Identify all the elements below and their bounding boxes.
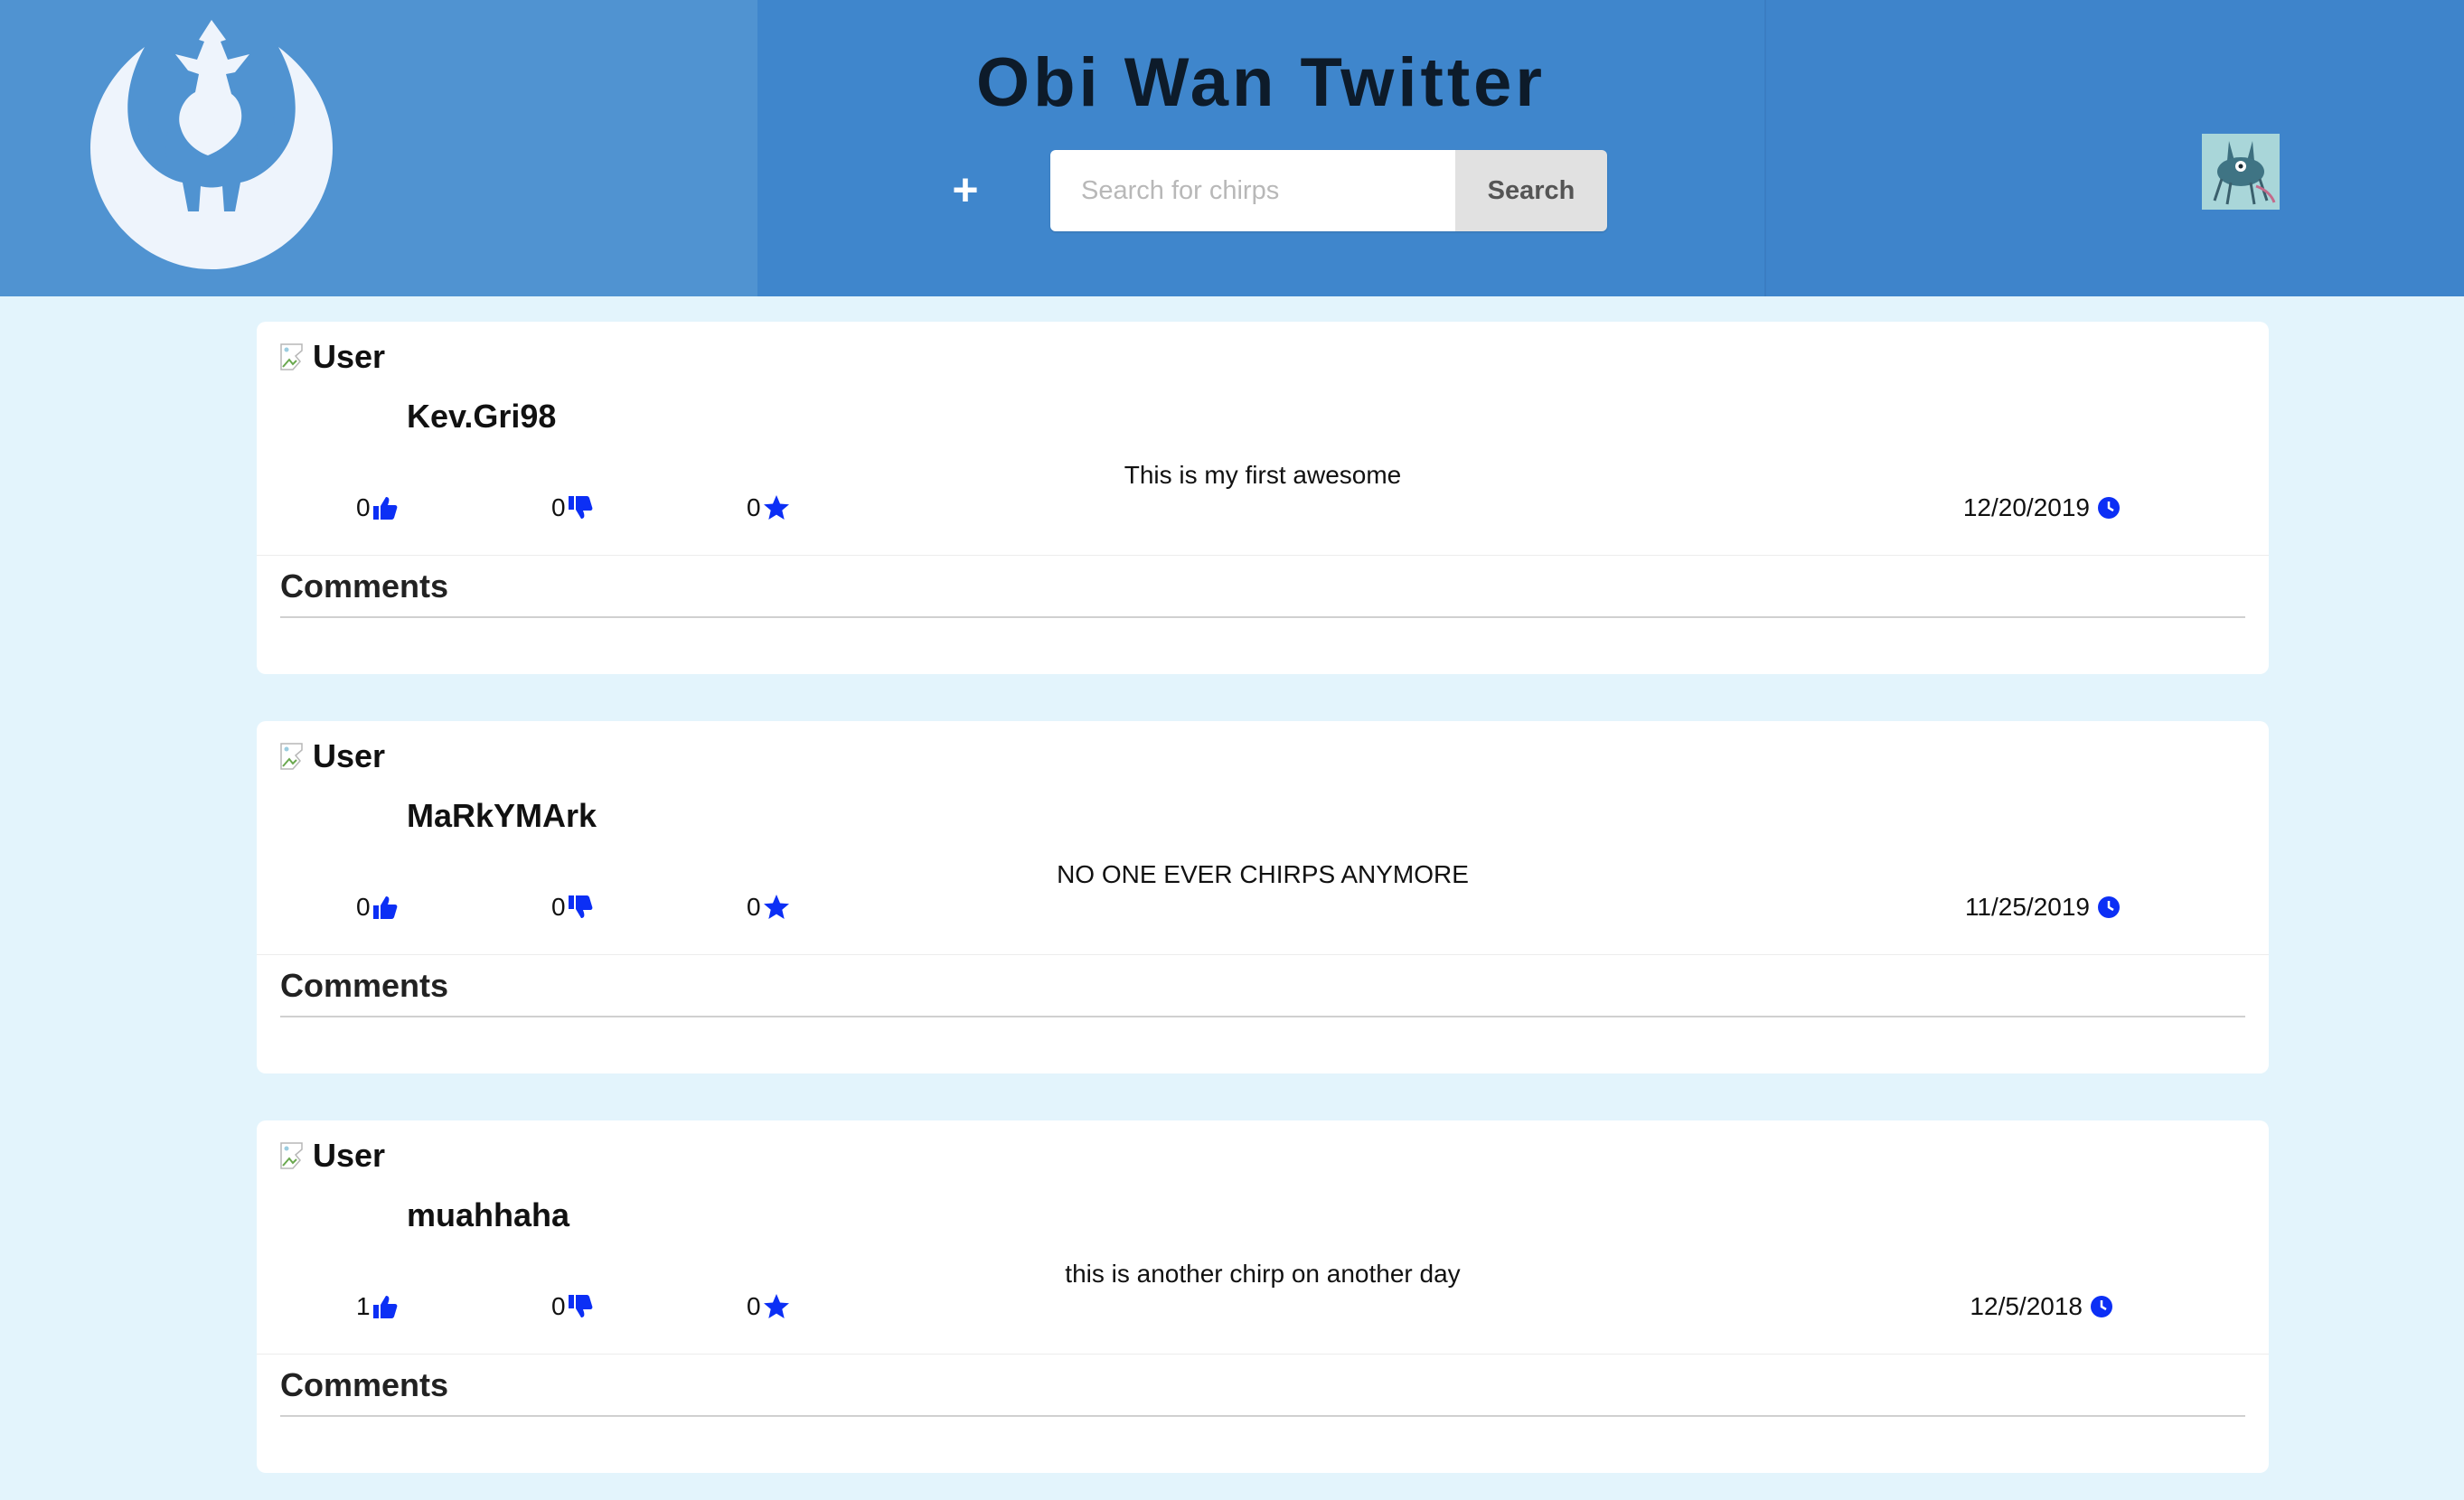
favorite-button[interactable]: 0 (747, 493, 790, 522)
dislike-button[interactable]: 0 (551, 493, 593, 522)
add-chirp-button[interactable]: + (947, 163, 983, 217)
user-image-alt: User (313, 737, 386, 774)
chirp-date-text: 12/5/2018 (1970, 1292, 2083, 1320)
comments-heading: Comments (280, 967, 449, 1004)
comments-divider (280, 1415, 2245, 1417)
comments-divider (280, 616, 2245, 618)
favorite-count: 0 (747, 893, 761, 921)
search-input[interactable] (1050, 150, 1455, 231)
chirp-text: This is my first awesome (1124, 461, 1402, 489)
comments-heading: Comments (280, 567, 449, 605)
thumbs-down-icon (568, 496, 592, 519)
search-button[interactable]: Search (1455, 150, 1607, 231)
clock-icon (2098, 497, 2120, 519)
header: Obi Wan Twitter + Search (0, 0, 2464, 296)
comments-heading: Comments (280, 1366, 449, 1403)
chirp-date: 12/5/2018 (1970, 1292, 2113, 1321)
like-button[interactable]: 0 (356, 493, 398, 522)
dislike-count: 0 (551, 1292, 566, 1320)
favorite-count: 0 (747, 1292, 761, 1320)
like-button[interactable]: 1 (356, 1292, 398, 1321)
favorite-button[interactable]: 0 (747, 893, 790, 922)
star-icon (763, 895, 789, 919)
chirp-card: User MaRkYMArk NO ONE EVER CHIRPS ANYMOR… (257, 721, 2269, 1073)
user-image: User (280, 338, 385, 376)
user-image-alt: User (313, 338, 386, 375)
thumbs-up-icon (372, 497, 397, 520)
broken-image-icon (280, 743, 309, 770)
favorite-button[interactable]: 0 (747, 1292, 790, 1321)
chirp-username: muahhaha (407, 1196, 570, 1233)
chirp-username: MaRkYMArk (407, 797, 597, 834)
clock-icon (2098, 896, 2120, 918)
dislike-button[interactable]: 0 (551, 893, 593, 922)
avatar[interactable] (2202, 134, 2280, 210)
user-avatar-icon (2202, 134, 2280, 210)
dislike-button[interactable]: 0 (551, 1292, 593, 1321)
chirp-date-text: 11/25/2019 (1964, 893, 2090, 921)
clock-icon (2091, 1296, 2112, 1317)
chirp-username: Kev.Gri98 (407, 398, 557, 435)
search-bar: Search (1050, 150, 1607, 231)
app-title: Obi Wan Twitter (976, 44, 1546, 121)
user-image: User (280, 737, 385, 775)
chirp-date: 11/25/2019 (1965, 893, 2121, 922)
thumbs-down-icon (568, 895, 592, 918)
chirp-date-text: 12/20/2019 (1962, 493, 2090, 521)
user-image: User (280, 1137, 385, 1175)
chirp-card: User muahhaha this is another chirp on a… (257, 1120, 2269, 1473)
star-icon (763, 1294, 789, 1318)
chirp-date: 12/20/2019 (1963, 493, 2121, 522)
chirp-card: User Kev.Gri98 This is my first awesome … (257, 322, 2269, 674)
thumbs-up-icon (372, 896, 397, 919)
user-image-alt: User (313, 1137, 386, 1174)
dislike-count: 0 (551, 493, 566, 521)
favorite-count: 0 (747, 493, 761, 521)
chirp-text: this is another chirp on another day (1065, 1260, 1461, 1288)
like-count: 1 (356, 1292, 371, 1320)
card-divider (257, 954, 2269, 955)
header-right-panel (1764, 0, 2464, 296)
broken-image-icon (280, 343, 309, 370)
header-left-panel (0, 0, 757, 296)
thumbs-up-icon (372, 1296, 397, 1318)
thumbs-down-icon (568, 1295, 592, 1317)
rebel-alliance-logo-icon[interactable] (90, 20, 333, 269)
like-count: 0 (356, 493, 371, 521)
like-count: 0 (356, 893, 371, 921)
chirp-text: NO ONE EVER CHIRPS ANYMORE (1057, 860, 1469, 888)
star-icon (763, 495, 789, 520)
card-divider (257, 1354, 2269, 1355)
card-divider (257, 555, 2269, 556)
like-button[interactable]: 0 (356, 893, 398, 922)
dislike-count: 0 (551, 893, 566, 921)
broken-image-icon (280, 1142, 309, 1169)
comments-divider (280, 1016, 2245, 1017)
